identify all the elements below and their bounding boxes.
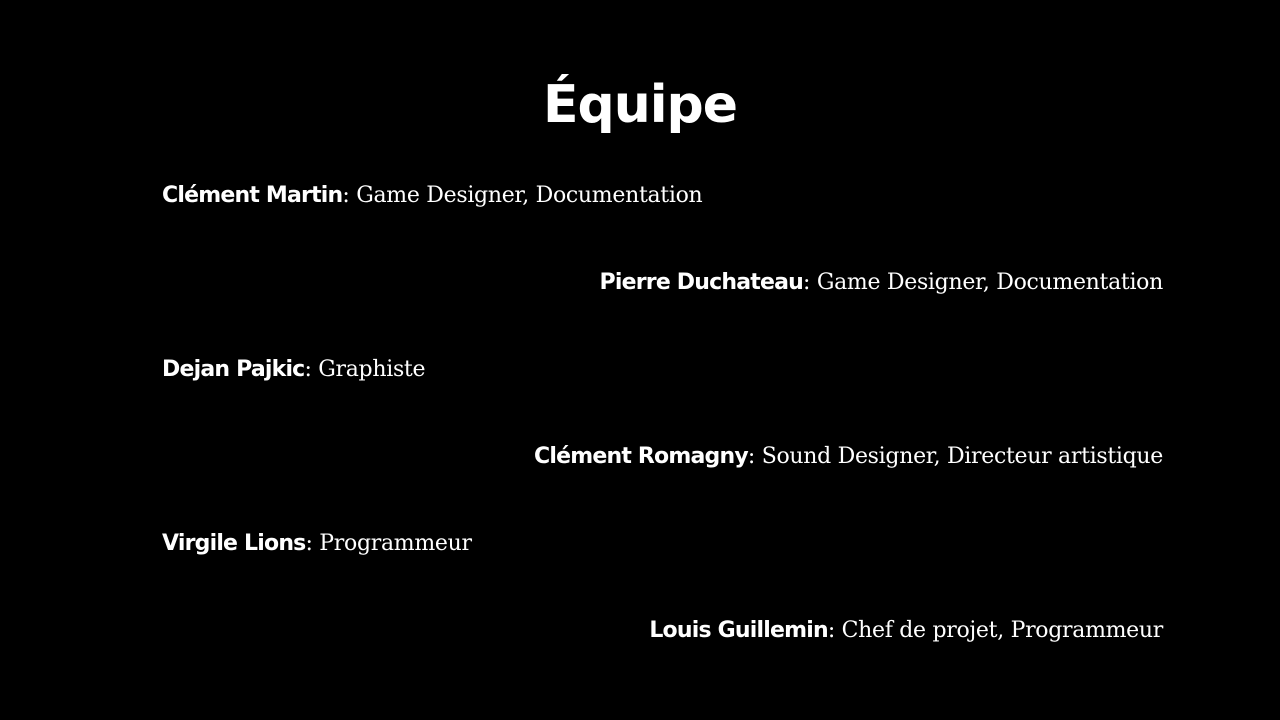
team-member-entry: Louis Guillemin: Chef de projet, Program… xyxy=(162,615,1163,646)
member-role: : Sound Designer, Directeur artistique xyxy=(747,444,1163,469)
member-name: Pierre Duchateau xyxy=(599,270,804,295)
member-role: : Game Designer, Documentation xyxy=(803,270,1163,295)
member-name: Louis Guillemin xyxy=(649,618,828,643)
member-role: : Game Designer, Documentation xyxy=(342,183,703,208)
team-member-entry: Pierre Duchateau: Game Designer, Documen… xyxy=(162,267,1164,298)
member-name: Clément Romagny xyxy=(534,444,749,469)
member-role: : Programmeur xyxy=(305,531,472,556)
team-member-entry: Clément Romagny: Sound Designer, Directe… xyxy=(162,441,1163,472)
team-member-entry: Clément Martin: Game Designer, Documenta… xyxy=(162,180,1163,211)
member-name: Clément Martin xyxy=(162,183,343,208)
member-role: : Graphiste xyxy=(304,357,426,382)
member-name: Virgile Lions xyxy=(162,531,306,556)
member-name: Dejan Pajkic xyxy=(162,357,305,382)
team-member-entry: Virgile Lions: Programmeur xyxy=(162,528,1163,559)
member-role: : Chef de projet, Programmeur xyxy=(827,618,1163,643)
team-member-entry: Dejan Pajkic: Graphiste xyxy=(162,354,1163,385)
slide-title: Équipe xyxy=(542,75,738,135)
